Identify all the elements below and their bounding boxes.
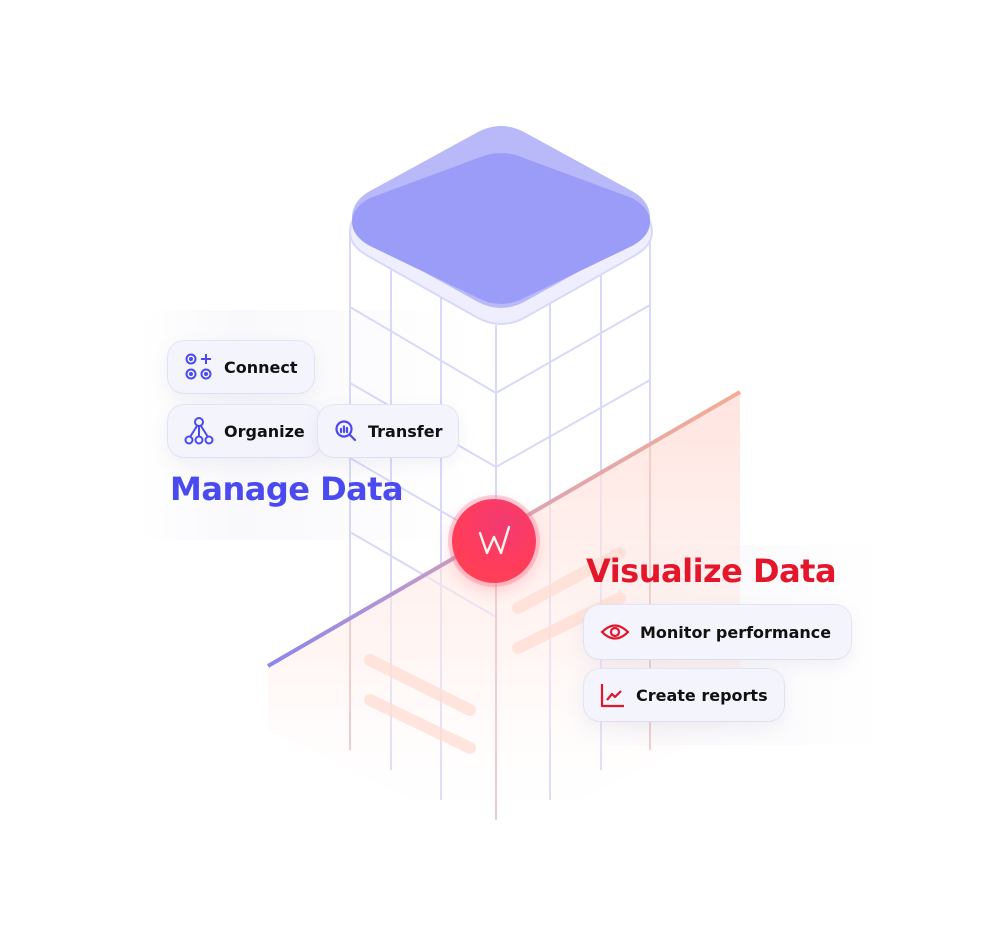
tower-illustration <box>135 126 890 836</box>
monitor-performance-button[interactable]: Monitor performance <box>584 605 852 659</box>
data-platform-illustration: Connect Organize Transfer Manage Data Vi <box>0 0 992 942</box>
eye-icon <box>600 624 630 640</box>
create-reports-label: Create reports <box>636 685 768 705</box>
organize-icon <box>184 417 214 445</box>
organize-button[interactable]: Organize <box>168 405 321 457</box>
tower-top-layer <box>352 153 650 304</box>
brand-logo <box>452 499 536 583</box>
line-chart-icon <box>600 684 624 708</box>
transfer-icon <box>335 420 357 442</box>
connect-icon <box>185 353 212 380</box>
manage-data-heading: Manage Data <box>170 470 404 508</box>
connect-button[interactable]: Connect <box>168 341 314 393</box>
organize-label: Organize <box>224 421 305 441</box>
monitor-performance-label: Monitor performance <box>640 622 832 642</box>
create-reports-button[interactable]: Create reports <box>584 669 784 721</box>
transfer-label: Transfer <box>368 421 443 441</box>
visualize-data-heading: Visualize Data <box>586 552 837 590</box>
transfer-button[interactable]: Transfer <box>318 405 459 457</box>
connect-label: Connect <box>224 357 298 377</box>
brand-logo-icon <box>478 525 511 555</box>
